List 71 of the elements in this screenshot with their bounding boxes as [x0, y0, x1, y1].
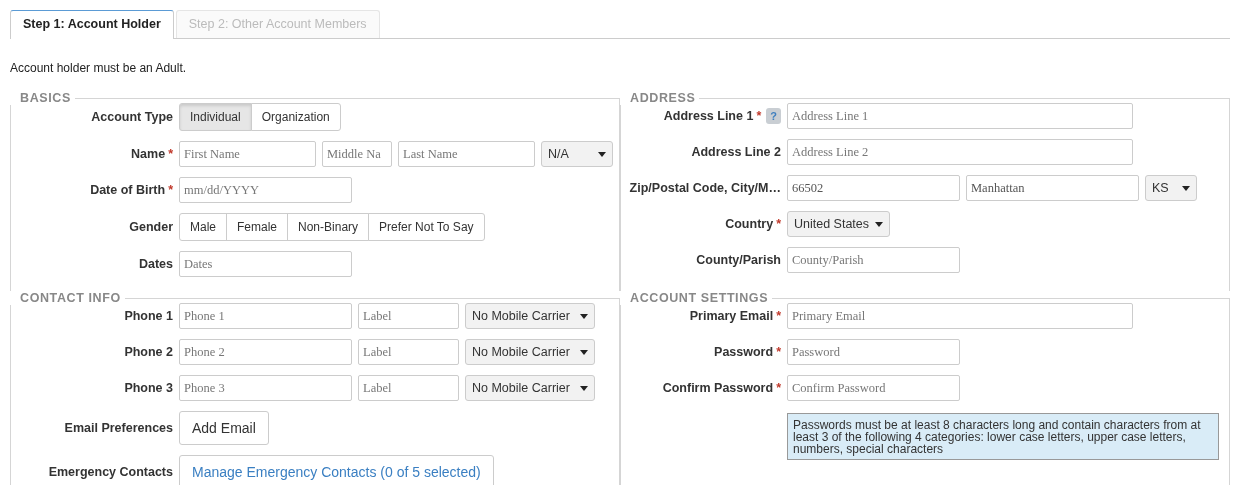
- toggle-option[interactable]: Male: [179, 213, 227, 241]
- required-mark: *: [776, 381, 781, 395]
- required-mark: *: [776, 309, 781, 323]
- dropdown[interactable]: No Mobile Carrier: [465, 303, 595, 329]
- input-field[interactable]: Phone 1: [179, 303, 352, 329]
- toggle-option[interactable]: Prefer Not To Say: [368, 213, 485, 241]
- toggle-option[interactable]: Individual: [179, 103, 252, 131]
- input-field[interactable]: Label: [358, 303, 459, 329]
- required-mark: *: [168, 183, 173, 197]
- field-label: Emergency Contacts: [48, 465, 173, 479]
- input-field[interactable]: Address Line 1: [787, 103, 1133, 129]
- input-field[interactable]: First Name: [179, 141, 316, 167]
- input-field[interactable]: Middle Na: [322, 141, 392, 167]
- tab[interactable]: Step 1: Account Holder: [10, 10, 174, 39]
- field-label: Confirm Password: [662, 381, 774, 395]
- manage-contacts-button[interactable]: Manage Emergency Contacts (0 of 5 selected): [179, 455, 494, 485]
- required-mark: *: [168, 147, 173, 161]
- input-field[interactable]: Last Name: [398, 141, 535, 167]
- section-title: ADDRESS: [630, 91, 696, 105]
- input-field[interactable]: Dates: [179, 251, 352, 277]
- dropdown[interactable]: No Mobile Carrier: [465, 375, 595, 401]
- input-field[interactable]: Confirm Password: [787, 375, 960, 401]
- dropdown[interactable]: United States: [787, 211, 891, 237]
- caret-icon: [875, 221, 884, 227]
- field-label: Account Type: [91, 110, 173, 124]
- field-label: Address Line 1: [663, 109, 754, 123]
- input-field[interactable]: Label: [358, 339, 459, 365]
- dropdown[interactable]: KS: [1145, 175, 1197, 201]
- required-mark: *: [776, 217, 781, 231]
- input-field[interactable]: mm/dd/YYYY: [179, 177, 352, 203]
- field-label: Country: [725, 217, 774, 231]
- input-field[interactable]: Address Line 2: [787, 139, 1133, 165]
- field-label: Password: [714, 345, 774, 359]
- required-mark: *: [756, 109, 762, 123]
- input-field[interactable]: 66502: [787, 175, 960, 201]
- required-mark: *: [776, 345, 781, 359]
- field-label: County/Parish: [696, 253, 781, 267]
- field-label: Zip/Postal Code, City/M…: [629, 181, 781, 195]
- password-hint: Passwords must be at least 8 characters long and contain characters from at least 3 of the following 4 categories: lower case letters, upper case letters, numbers, special characters: [787, 413, 1219, 460]
- input-field[interactable]: Label: [358, 375, 459, 401]
- dropdown[interactable]: No Mobile Carrier: [465, 339, 595, 365]
- caret-icon: [580, 385, 588, 391]
- field-label: Address Line 2: [691, 145, 781, 159]
- input-field[interactable]: Primary Email: [787, 303, 1133, 329]
- toggle-option[interactable]: Female: [226, 213, 289, 241]
- section-title: BASICS: [20, 91, 71, 105]
- caret-icon: [598, 151, 606, 157]
- field-label: Dates: [138, 257, 173, 271]
- field-label: Email Preferences: [64, 421, 173, 435]
- input-field[interactable]: Phone 3: [179, 375, 352, 401]
- input-field[interactable]: Manhattan: [966, 175, 1139, 201]
- field-label: Phone 1: [124, 309, 173, 323]
- input-field[interactable]: Phone 2: [179, 339, 352, 365]
- caret-icon: [1182, 185, 1190, 191]
- toggle-option[interactable]: Non-Binary: [287, 213, 370, 241]
- add-email-button[interactable]: Add Email: [179, 411, 269, 445]
- field-label: Primary Email: [689, 309, 774, 323]
- section-title: CONTACT INFO: [20, 291, 121, 305]
- caret-icon: [580, 313, 588, 319]
- dropdown[interactable]: N/A: [541, 141, 613, 167]
- field-label: Name: [131, 147, 166, 161]
- field-label: Phone 3: [124, 381, 173, 395]
- field-label: Phone 2: [124, 345, 173, 359]
- toggle-option[interactable]: Organization: [250, 103, 341, 131]
- notice-text: Account holder must be an Adult.: [10, 61, 188, 75]
- caret-icon: [580, 349, 588, 355]
- input-field[interactable]: County/Parish: [787, 247, 960, 273]
- field-label: Date of Birth: [90, 183, 166, 197]
- input-field[interactable]: Password: [787, 339, 960, 365]
- field-label: Gender: [129, 220, 173, 234]
- section-title: ACCOUNT SETTINGS: [630, 291, 769, 305]
